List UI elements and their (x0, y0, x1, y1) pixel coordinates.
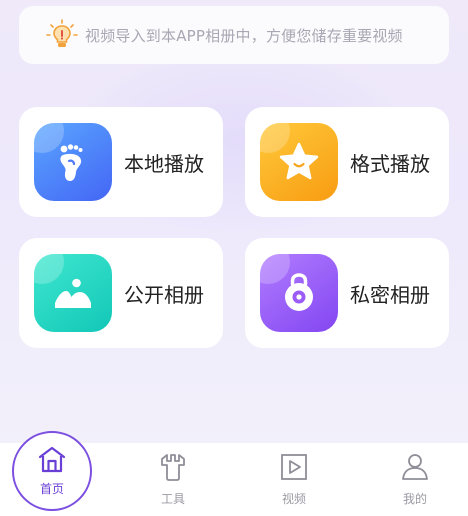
card-format-play[interactable]: 格式播放 (245, 107, 449, 217)
tab-profile[interactable]: 我的 (375, 443, 455, 516)
video-icon (279, 452, 309, 486)
tab-label: 首页 (39, 482, 64, 496)
card-private-album[interactable]: 私密相册 (245, 238, 449, 348)
tip-text: 视频导入到本APP相册中，方便您储存重要视频 (85, 26, 403, 45)
tab-label: 我的 (402, 492, 427, 506)
photo-icon (34, 254, 112, 332)
card-local-play[interactable]: 本地播放 (19, 107, 223, 217)
tab-home[interactable]: 首页 (12, 431, 92, 511)
tip-banner[interactable]: 视频导入到本APP相册中，方便您储存重要视频 (19, 6, 449, 64)
home-icon (37, 445, 67, 477)
tools-icon (158, 452, 188, 486)
tab-video[interactable]: 视频 (254, 443, 334, 516)
star-icon (260, 123, 338, 201)
card-public-album[interactable]: 公开相册 (19, 238, 223, 348)
lock-icon (260, 254, 338, 332)
card-label: 私密相册 (350, 282, 430, 307)
card-label: 格式播放 (350, 151, 430, 176)
tab-tools[interactable]: 工具 (133, 443, 213, 516)
tab-label: 工具 (160, 492, 185, 506)
tab-label: 视频 (281, 492, 306, 506)
card-label: 本地播放 (124, 151, 204, 176)
lightbulb-icon (45, 18, 79, 52)
profile-icon (400, 452, 430, 486)
card-label: 公开相册 (124, 282, 204, 307)
footprint-icon (34, 123, 112, 201)
